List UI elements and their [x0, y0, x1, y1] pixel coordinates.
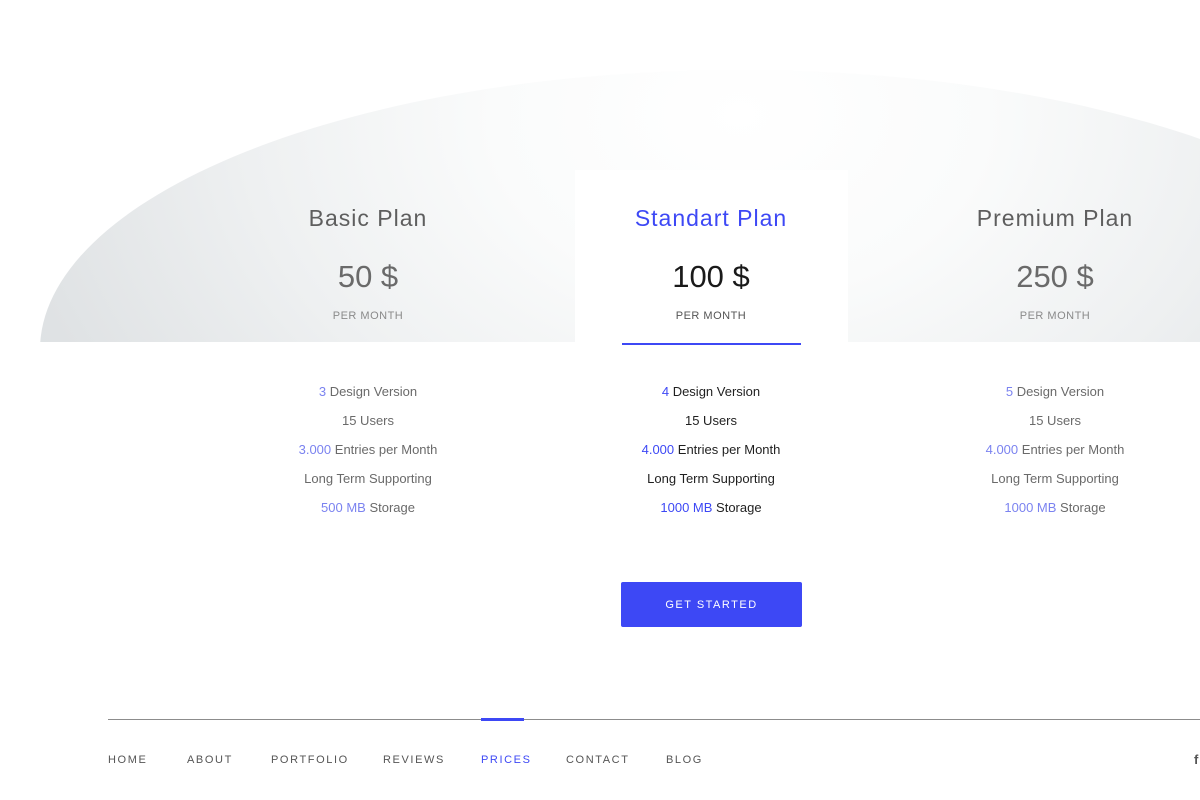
feature-item: 4.000 Entries per Month — [561, 439, 861, 468]
nav-item-prices[interactable]: PRICES — [481, 752, 532, 768]
get-started-button[interactable]: GET STARTED — [621, 582, 802, 627]
plan-standard-header: Standart Plan 100 $ PER MONTH — [561, 200, 861, 322]
facebook-icon[interactable]: f — [1194, 752, 1198, 768]
plan-basic-header: Basic Plan 50 $ PER MONTH — [218, 200, 518, 322]
plan-name: Basic Plan — [308, 205, 428, 231]
feature-item: 15 Users — [218, 410, 518, 439]
plan-price: 250 $ — [1016, 259, 1094, 294]
feature-text: Storage — [1056, 500, 1106, 515]
feature-item: 15 Users — [905, 410, 1200, 439]
nav-item-contact[interactable]: CONTACT — [566, 752, 630, 768]
feature-text: Entries per Month — [1018, 442, 1125, 457]
plan-name: Standart Plan — [634, 205, 788, 231]
nav-item-blog[interactable]: BLOG — [666, 752, 703, 768]
feature-item: Long Term Supporting — [905, 468, 1200, 497]
plan-basic-features: 3 Design Version 15 Users 3.000 Entries … — [218, 381, 518, 526]
feature-text: Design Version — [669, 384, 761, 399]
feature-text: Storage — [712, 500, 762, 515]
plan-price: 50 $ — [337, 259, 399, 294]
feature-item: 1000 MB Storage — [905, 497, 1200, 526]
nav-item-portfolio[interactable]: PORTFOLIO — [271, 752, 349, 768]
feature-text: Long Term Supporting — [991, 471, 1119, 486]
feature-text: 15 Users — [684, 413, 738, 428]
feature-text: Design Version — [326, 384, 418, 399]
feature-highlight: 4 — [661, 384, 670, 399]
footer-divider — [108, 719, 1200, 720]
feature-text: 15 Users — [1028, 413, 1082, 428]
feature-item: 4 Design Version — [561, 381, 861, 410]
feature-text: Storage — [365, 500, 415, 515]
plan-premium-header: Premium Plan 250 $ PER MONTH — [905, 200, 1200, 322]
feature-item: 5 Design Version — [905, 381, 1200, 410]
feature-item: 500 MB Storage — [218, 497, 518, 526]
feature-text: Entries per Month — [674, 442, 781, 457]
feature-text: 15 Users — [341, 413, 395, 428]
plan-standard-features: 4 Design Version 15 Users 4.000 Entries … — [561, 381, 861, 526]
feature-text: Design Version — [1013, 384, 1105, 399]
feature-highlight: 3 — [318, 384, 327, 399]
feature-item: Long Term Supporting — [218, 468, 518, 497]
feature-item: 3.000 Entries per Month — [218, 439, 518, 468]
plan-period: PER MONTH — [1019, 310, 1091, 322]
nav-item-about[interactable]: ABOUT — [187, 752, 233, 768]
feature-highlight: 4.000 — [641, 442, 675, 457]
feature-text: Long Term Supporting — [304, 471, 432, 486]
active-nav-indicator — [481, 718, 524, 721]
feature-item: 1000 MB Storage — [561, 497, 861, 526]
plan-name: Premium Plan — [976, 205, 1134, 231]
plan-period: PER MONTH — [675, 310, 747, 322]
feature-text: Long Term Supporting — [647, 471, 775, 486]
feature-text: Entries per Month — [331, 442, 438, 457]
feature-highlight: 1000 MB — [660, 500, 713, 515]
pricing-page: Basic Plan 50 $ PER MONTH Standart Plan … — [0, 0, 1200, 800]
feature-item: Long Term Supporting — [561, 468, 861, 497]
feature-highlight: 1000 MB — [1004, 500, 1057, 515]
plan-price: 100 $ — [672, 259, 750, 294]
feature-highlight: 3.000 — [298, 442, 332, 457]
plan-premium-features: 5 Design Version 15 Users 4.000 Entries … — [905, 381, 1200, 526]
feature-item: 3 Design Version — [218, 381, 518, 410]
feature-item: 4.000 Entries per Month — [905, 439, 1200, 468]
nav-item-reviews[interactable]: REVIEWS — [383, 752, 445, 768]
plan-period: PER MONTH — [332, 310, 404, 322]
nav-item-home[interactable]: HOME — [108, 752, 147, 768]
featured-plan-underline — [622, 343, 801, 345]
feature-highlight: 500 MB — [321, 500, 366, 515]
feature-item: 15 Users — [561, 410, 861, 439]
feature-highlight: 5 — [1005, 384, 1014, 399]
feature-highlight: 4.000 — [985, 442, 1019, 457]
